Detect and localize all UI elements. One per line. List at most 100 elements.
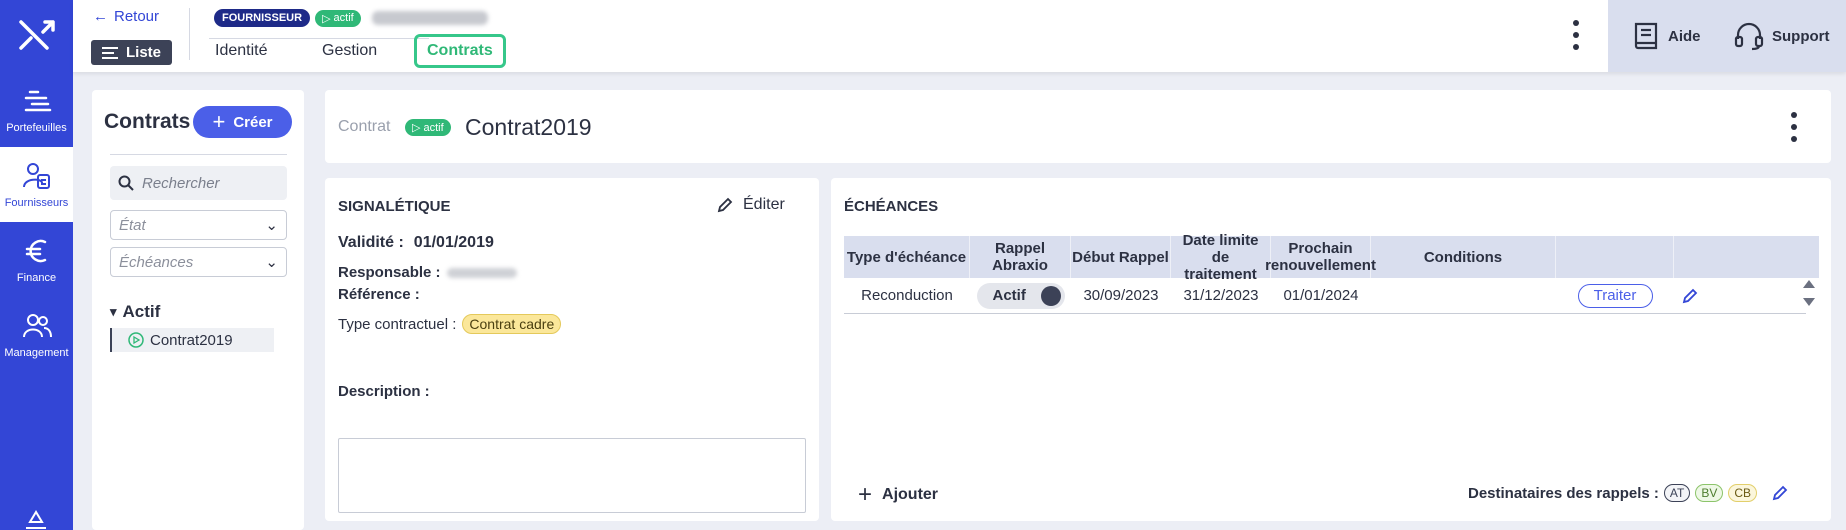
play-icon: ▷ bbox=[412, 122, 421, 134]
pencil-icon[interactable] bbox=[1682, 288, 1698, 304]
recipient-chip: AT bbox=[1663, 484, 1691, 502]
nav-item-label: Management bbox=[4, 346, 69, 359]
users-icon bbox=[22, 313, 52, 337]
table-header: Type d'échéance Rappel Abraxio Début Rap… bbox=[844, 232, 1819, 283]
column-header[interactable]: Prochain renouvellement bbox=[1265, 236, 1376, 278]
table-row: Reconduction Actif 30/09/2023 31/12/2023… bbox=[844, 278, 1806, 314]
contract-list-item[interactable]: Contrat2019 bbox=[110, 328, 274, 352]
help-area: Aide Support bbox=[1608, 0, 1846, 72]
create-button[interactable]: + Créer bbox=[193, 106, 292, 138]
chevron-down-icon: ⌄ bbox=[265, 254, 278, 271]
pencil-icon[interactable] bbox=[1772, 485, 1788, 501]
contract-type-row: Type contractuel : Contrat cadre bbox=[338, 314, 562, 334]
nav-item-fournisseurs[interactable]: Fournisseurs bbox=[0, 147, 73, 222]
sidebar-title: Contrats bbox=[104, 110, 191, 133]
cell-rappel: Actif bbox=[970, 278, 1071, 313]
validity-value: 01/01/2019 bbox=[413, 234, 494, 251]
euro-icon bbox=[25, 239, 46, 262]
help-button[interactable]: Aide bbox=[1632, 21, 1701, 51]
divider bbox=[110, 154, 287, 155]
process-button[interactable]: Traiter bbox=[1577, 283, 1653, 308]
search-icon bbox=[118, 175, 134, 191]
cell-debut: 30/09/2023 bbox=[1083, 287, 1159, 304]
description-row: Description : bbox=[338, 383, 430, 400]
redacted-responsible bbox=[446, 267, 517, 278]
nav-more-icon[interactable] bbox=[22, 510, 50, 530]
plus-icon: + bbox=[858, 481, 873, 508]
recipient-chip: BV bbox=[1695, 484, 1724, 502]
tab-identite[interactable]: Identité bbox=[215, 42, 267, 60]
description-label: Description : bbox=[338, 383, 430, 400]
more-menu-icon[interactable] bbox=[1573, 20, 1579, 50]
book-icon bbox=[1634, 22, 1658, 50]
contracts-sidebar: Contrats + Créer Rechercher État ⌄ Échéa… bbox=[92, 90, 304, 530]
contract-header: Contrat ▷ actif Contrat2019 bbox=[325, 90, 1831, 163]
add-button[interactable]: + Ajouter bbox=[858, 483, 938, 507]
cell-type: Reconduction bbox=[861, 287, 953, 304]
portfolio-icon bbox=[24, 90, 51, 111]
section-title: SIGNALÉTIQUE bbox=[338, 198, 451, 215]
play-circle-icon bbox=[128, 332, 144, 348]
left-nav-rail: Portefeuilles Fournisseurs Finance Manag… bbox=[0, 0, 73, 530]
contract-type-tag: Contrat cadre bbox=[462, 314, 562, 334]
nav-item-portefeuilles[interactable]: Portefeuilles bbox=[0, 72, 73, 147]
list-button[interactable]: Liste bbox=[91, 40, 172, 65]
plus-icon: + bbox=[212, 109, 226, 134]
cell-edit bbox=[1674, 278, 1706, 313]
scroll-up-icon[interactable] bbox=[1803, 280, 1815, 288]
cell-limite: 31/12/2023 bbox=[1183, 287, 1259, 304]
top-bar: ← Retour Liste FOURNISSEUR ▷ actif Ident… bbox=[73, 0, 1846, 72]
tab-contrats[interactable]: Contrats bbox=[414, 34, 506, 68]
nav-item-label: Fournisseurs bbox=[4, 196, 69, 209]
chevron-down-icon: ▾ bbox=[110, 304, 117, 319]
state-select[interactable]: État ⌄ bbox=[110, 210, 287, 240]
logo-icon bbox=[18, 20, 55, 50]
reference-label: Référence : bbox=[338, 286, 420, 303]
nav-item-finance[interactable]: Finance bbox=[0, 222, 73, 297]
column-header[interactable]: Date limite de traitement bbox=[1171, 232, 1271, 283]
contract-more-menu-icon[interactable] bbox=[1791, 112, 1797, 142]
cell-action: Traiter bbox=[1556, 278, 1674, 313]
column-header[interactable]: Type d'échéance bbox=[844, 236, 970, 278]
scroll-down-icon[interactable] bbox=[1803, 298, 1815, 306]
app-logo[interactable] bbox=[0, 0, 73, 70]
column-header[interactable]: Début Rappel bbox=[1071, 236, 1171, 278]
column-header-actions bbox=[1556, 236, 1674, 278]
responsible-label: Responsable : bbox=[338, 264, 441, 281]
edit-button[interactable]: Éditer bbox=[717, 196, 785, 214]
validity-label: Validité : bbox=[338, 234, 404, 251]
description-field[interactable] bbox=[338, 438, 806, 513]
column-header-edit bbox=[1674, 236, 1719, 278]
pencil-icon bbox=[717, 197, 733, 213]
search-input[interactable]: Rechercher bbox=[110, 166, 287, 200]
back-link[interactable]: ← Retour bbox=[93, 8, 159, 25]
tabs-divider bbox=[209, 38, 429, 39]
nav-item-management[interactable]: Management bbox=[0, 297, 73, 372]
cell-prochain: 01/01/2024 bbox=[1283, 287, 1359, 304]
column-header[interactable]: Conditions bbox=[1371, 236, 1556, 278]
scrollbar[interactable] bbox=[1803, 280, 1815, 306]
status-badge: ▷ actif bbox=[315, 9, 361, 27]
play-icon: ▷ bbox=[322, 12, 331, 25]
signaletique-panel: SIGNALÉTIQUE Éditer Validité : 01/01/201… bbox=[325, 178, 819, 521]
recipient-chip: CB bbox=[1728, 484, 1758, 502]
group-actif[interactable]: ▾ Actif bbox=[110, 302, 160, 322]
headset-icon bbox=[1734, 22, 1764, 51]
support-button[interactable]: Support bbox=[1734, 21, 1830, 51]
due-select[interactable]: Échéances ⌄ bbox=[110, 247, 287, 277]
toggle-knob bbox=[1040, 285, 1061, 306]
entity-badges: FOURNISSEUR ▷ actif bbox=[214, 9, 488, 27]
reference-row: Référence : bbox=[338, 286, 420, 303]
tab-gestion[interactable]: Gestion bbox=[322, 42, 377, 60]
reminder-toggle[interactable]: Actif bbox=[976, 282, 1065, 309]
column-header[interactable]: Rappel Abraxio bbox=[970, 236, 1071, 278]
supplier-icon bbox=[22, 162, 50, 189]
nav-item-label: Portefeuilles bbox=[6, 121, 67, 134]
section-title: ÉCHÉANCES bbox=[844, 198, 939, 215]
supplier-badge: FOURNISSEUR bbox=[214, 9, 311, 27]
validity-row: Validité : 01/01/2019 bbox=[338, 234, 494, 252]
cell-conditions bbox=[1371, 278, 1556, 313]
chevron-down-icon: ⌄ bbox=[265, 217, 278, 234]
arrow-left-icon: ← bbox=[93, 8, 108, 25]
reminder-recipients: Destinataires des rappels : AT BV CB bbox=[1468, 484, 1788, 502]
